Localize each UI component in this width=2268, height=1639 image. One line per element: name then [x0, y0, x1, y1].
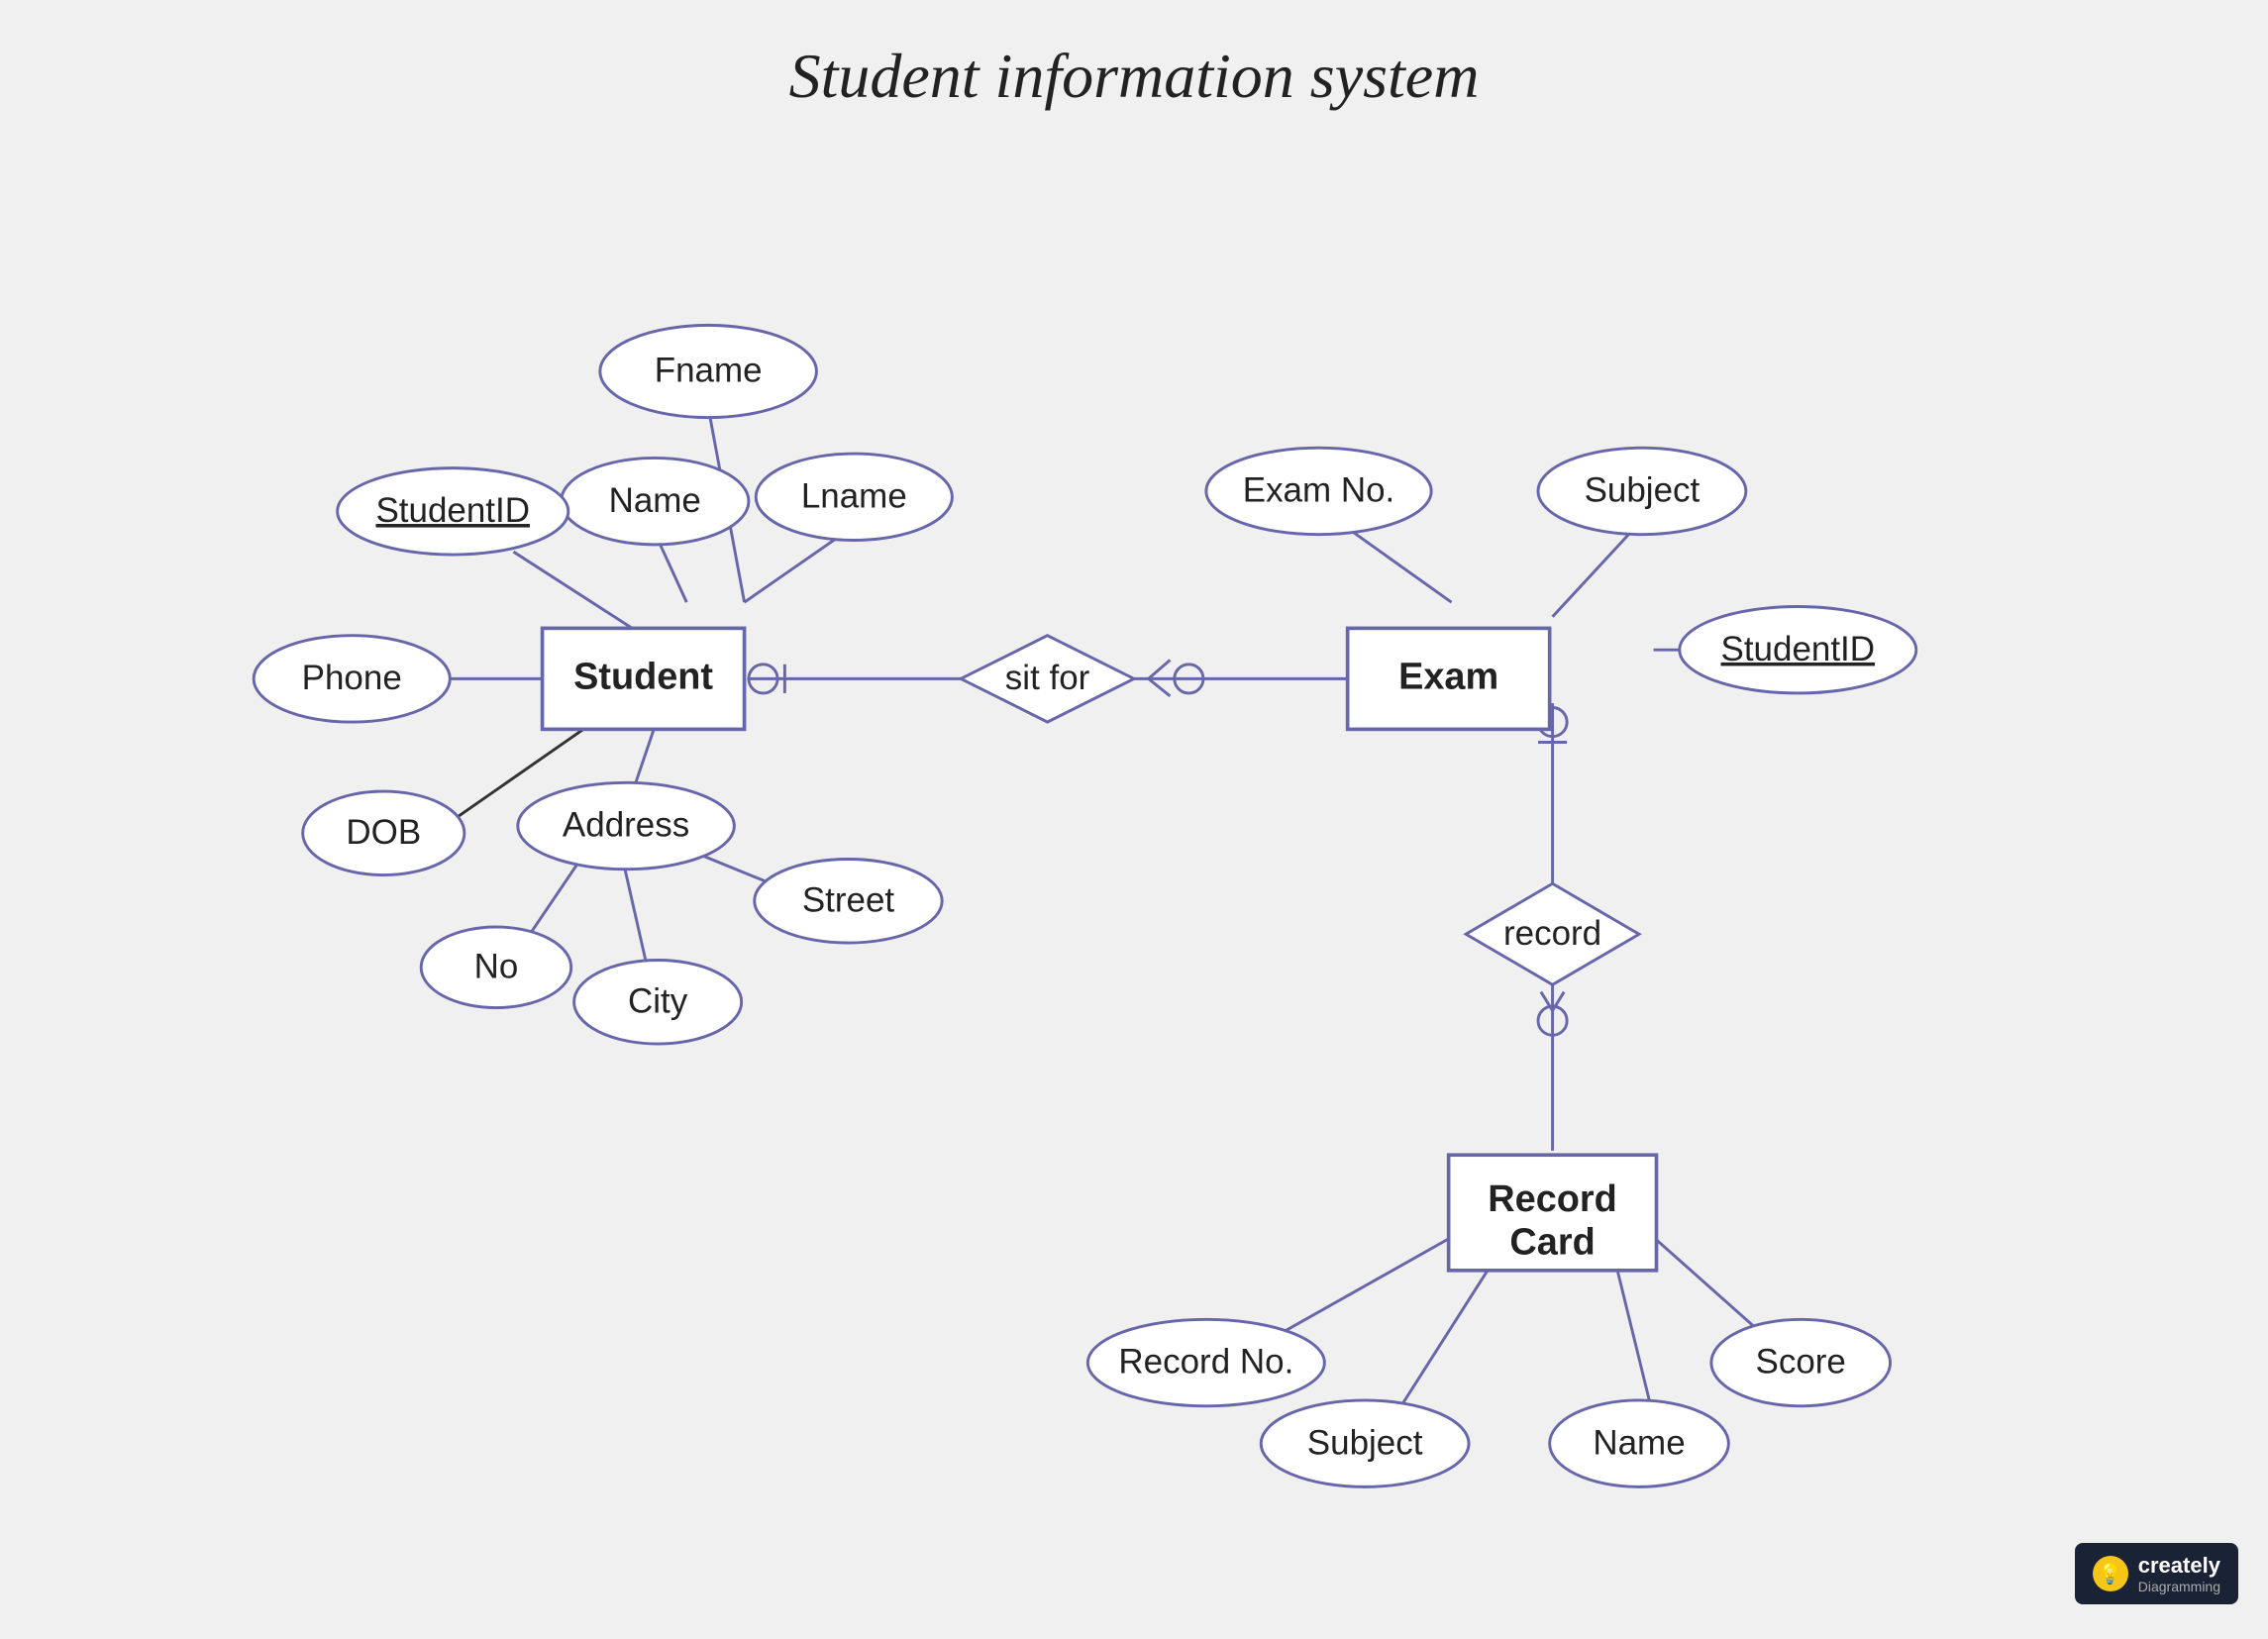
logo: 💡 creately Diagramming [2075, 1543, 2238, 1604]
score-label: Score [1756, 1343, 1846, 1382]
logo-icon: 💡 [2093, 1556, 2128, 1591]
record-card-entity-label2: Card [1509, 1222, 1595, 1264]
logo-text: creately [2138, 1553, 2220, 1579]
lname-label: Lname [801, 476, 907, 515]
record-label: record [1503, 914, 1601, 953]
record-card-entity-label: Record [1488, 1178, 1617, 1220]
subject-exam-label: Subject [1585, 471, 1701, 510]
city-label: City [628, 981, 688, 1020]
phone-label: Phone [302, 659, 402, 697]
logo-subtext: Diagramming [2138, 1579, 2220, 1594]
diagram-container: sit for record Student Exam Record Card … [0, 119, 2268, 1634]
dob-label: DOB [346, 813, 421, 852]
address-label: Address [563, 806, 689, 845]
student-id2-label: StudentID [1721, 630, 1876, 668]
name-rc-label: Name [1593, 1423, 1685, 1462]
exam-no-label: Exam No. [1243, 471, 1395, 510]
no-label: No [474, 947, 519, 985]
fname-label: Fname [655, 352, 763, 390]
exam-entity-label: Exam [1398, 656, 1498, 697]
student-entity-label: Student [573, 656, 713, 697]
record-no-label: Record No. [1118, 1343, 1293, 1382]
student-id-label: StudentID [375, 491, 530, 530]
page-title: Student information system [0, 0, 2268, 113]
name-label: Name [609, 481, 701, 520]
street-label: Street [802, 880, 895, 919]
subject-rc-label: Subject [1307, 1423, 1423, 1462]
sit-for-label: sit for [1005, 659, 1090, 697]
